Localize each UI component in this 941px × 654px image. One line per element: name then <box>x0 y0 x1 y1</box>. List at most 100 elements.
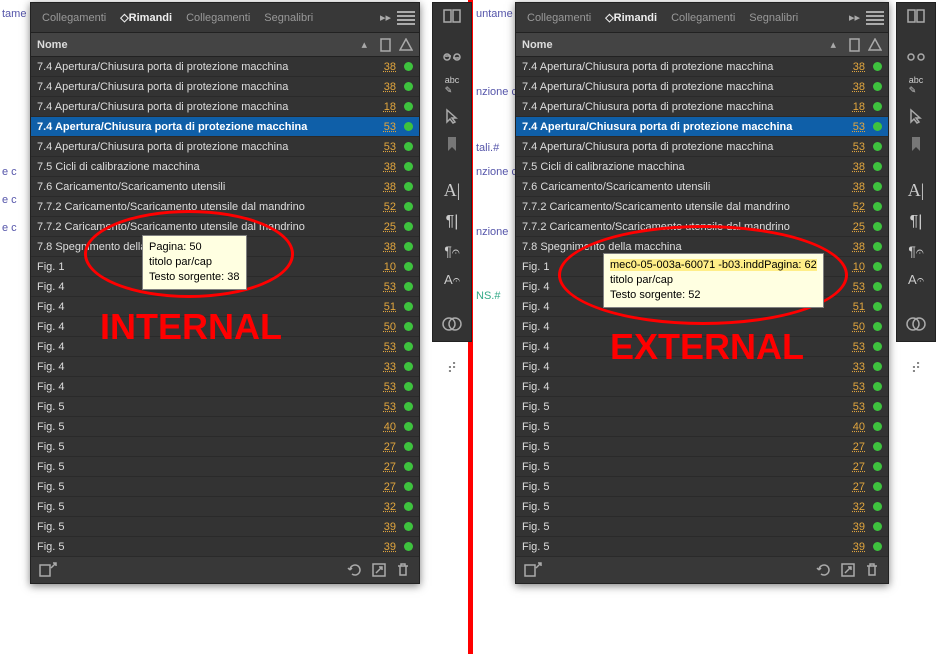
row-page-link[interactable]: 27 <box>841 481 865 493</box>
list-row[interactable]: Fig. 527 <box>31 437 419 457</box>
list-row[interactable]: 7.4 Apertura/Chiusura porta di protezion… <box>31 137 419 157</box>
list-row[interactable]: Fig. 527 <box>516 457 888 477</box>
row-page-link[interactable]: 38 <box>372 181 396 193</box>
list-row[interactable]: 7.7.2 Caricamento/Scaricamento utensile … <box>31 217 419 237</box>
row-page-link[interactable]: 53 <box>372 121 396 133</box>
row-page-link[interactable]: 53 <box>841 141 865 153</box>
list-row[interactable]: Fig. 450 <box>516 317 888 337</box>
collapse-arrow-icon[interactable]: ▸▸ <box>843 11 866 24</box>
row-page-link[interactable]: 18 <box>372 101 396 113</box>
list-row[interactable]: 7.4 Apertura/Chiusura porta di protezion… <box>516 117 888 137</box>
list-row[interactable]: Fig. 539 <box>31 517 419 537</box>
cursor-icon[interactable] <box>440 108 464 124</box>
tab-segnalibri[interactable]: Segnalibri <box>742 3 805 33</box>
row-page-link[interactable]: 53 <box>372 381 396 393</box>
list-row[interactable]: Fig. 539 <box>516 517 888 537</box>
list-row[interactable]: Fig. 527 <box>516 437 888 457</box>
row-page-link[interactable]: 39 <box>372 541 396 553</box>
paragraph-icon[interactable]: ¶| <box>440 213 464 231</box>
row-page-link[interactable]: 53 <box>372 341 396 353</box>
row-page-link[interactable]: 27 <box>841 441 865 453</box>
row-page-link[interactable]: 40 <box>841 421 865 433</box>
row-page-link[interactable]: 33 <box>372 361 396 373</box>
goto-icon[interactable] <box>840 562 856 578</box>
list-row[interactable]: Fig. 540 <box>516 417 888 437</box>
row-page-link[interactable]: 10 <box>372 261 396 273</box>
character-icon[interactable]: A| <box>904 180 928 201</box>
row-page-link[interactable]: 38 <box>841 241 865 253</box>
list-row[interactable]: 7.6 Caricamento/Scaricamento utensili38 <box>516 177 888 197</box>
row-page-link[interactable]: 25 <box>372 221 396 233</box>
goto-icon[interactable] <box>371 562 387 578</box>
row-page-link[interactable]: 40 <box>372 421 396 433</box>
list-row[interactable]: 7.7.2 Caricamento/Scaricamento utensile … <box>516 197 888 217</box>
links-icon[interactable] <box>440 51 464 63</box>
row-page-link[interactable]: 32 <box>372 501 396 513</box>
list-row[interactable]: 7.5 Cicli di calibrazione macchina38 <box>516 157 888 177</box>
list-row[interactable]: 7.4 Apertura/Chiusura porta di protezion… <box>31 117 419 137</box>
list-row[interactable]: 7.7.2 Caricamento/Scaricamento utensile … <box>31 197 419 217</box>
row-page-link[interactable]: 39 <box>372 521 396 533</box>
row-page-link[interactable]: 10 <box>841 261 865 273</box>
row-page-link[interactable]: 38 <box>841 181 865 193</box>
tab-collegamenti-2[interactable]: Collegamenti <box>664 3 742 33</box>
row-page-link[interactable]: 53 <box>372 141 396 153</box>
panel-menu-icon[interactable] <box>866 11 884 25</box>
row-page-link[interactable]: 38 <box>841 61 865 73</box>
row-page-link[interactable]: 53 <box>372 281 396 293</box>
collapse-arrow-icon[interactable]: ▸▸ <box>374 11 397 24</box>
dots-icon[interactable]: ⠞ <box>440 360 464 377</box>
paragraph-icon[interactable]: ¶| <box>904 213 928 231</box>
list-row[interactable]: Fig. 553 <box>516 397 888 417</box>
delete-icon[interactable] <box>864 562 880 578</box>
sort-icon[interactable]: ▴ <box>361 38 367 51</box>
list-row[interactable]: Fig. 451 <box>31 297 419 317</box>
panel-menu-icon[interactable] <box>397 11 415 25</box>
list-row[interactable]: Fig. 433 <box>31 357 419 377</box>
tab-collegamenti[interactable]: Collegamenti <box>520 3 598 33</box>
row-page-link[interactable]: 27 <box>841 461 865 473</box>
list-row[interactable]: Fig. 450 <box>31 317 419 337</box>
bookmark-icon[interactable] <box>904 136 928 152</box>
row-page-link[interactable]: 18 <box>841 101 865 113</box>
row-page-link[interactable]: 39 <box>841 541 865 553</box>
list-row[interactable]: Fig. 527 <box>31 457 419 477</box>
row-page-link[interactable]: 51 <box>372 301 396 313</box>
row-page-link[interactable]: 27 <box>372 441 396 453</box>
list-row[interactable]: 7.4 Apertura/Chiusura porta di protezion… <box>31 57 419 77</box>
tab-rimandi[interactable]: ◇ Rimandi <box>598 3 664 33</box>
list-row[interactable]: 7.5 Cicli di calibrazione macchina38 <box>31 157 419 177</box>
list-row[interactable]: Fig. 453 <box>516 337 888 357</box>
row-page-link[interactable]: 39 <box>841 521 865 533</box>
row-page-link[interactable]: 38 <box>372 241 396 253</box>
para-styles-icon[interactable]: ¶𝄐 <box>904 243 928 260</box>
cc-icon[interactable] <box>440 316 464 332</box>
tab-rimandi[interactable]: ◇ Rimandi <box>113 3 179 33</box>
row-page-link[interactable]: 53 <box>841 381 865 393</box>
list-row[interactable]: Fig. 532 <box>31 497 419 517</box>
list-row[interactable]: Fig. 527 <box>516 477 888 497</box>
list-row[interactable]: Fig. 539 <box>516 537 888 557</box>
list-row[interactable]: 7.6 Caricamento/Scaricamento utensili38 <box>31 177 419 197</box>
new-reference-icon[interactable] <box>524 562 542 578</box>
row-page-link[interactable]: 38 <box>372 161 396 173</box>
row-page-link[interactable]: 27 <box>372 481 396 493</box>
row-page-link[interactable]: 51 <box>841 301 865 313</box>
list-row[interactable]: Fig. 527 <box>31 477 419 497</box>
list-header[interactable]: Nome ▴ <box>31 33 419 57</box>
list-row[interactable]: 7.4 Apertura/Chiusura porta di protezion… <box>31 77 419 97</box>
char-styles-icon[interactable]: A𝄐 <box>904 272 928 288</box>
list-row[interactable]: Fig. 453 <box>31 377 419 397</box>
tab-segnalibri[interactable]: Segnalibri <box>257 3 320 33</box>
list-row[interactable]: Fig. 532 <box>516 497 888 517</box>
delete-icon[interactable] <box>395 562 411 578</box>
list-row[interactable]: Fig. 553 <box>31 397 419 417</box>
row-page-link[interactable]: 53 <box>841 281 865 293</box>
list-row[interactable]: 7.4 Apertura/Chiusura porta di protezion… <box>31 97 419 117</box>
dots-icon[interactable]: ⠞ <box>904 360 928 377</box>
cursor-icon[interactable] <box>904 108 928 124</box>
cc-icon[interactable] <box>904 316 928 332</box>
sort-icon[interactable]: ▴ <box>830 38 836 51</box>
list-row[interactable]: 7.4 Apertura/Chiusura porta di protezion… <box>516 77 888 97</box>
list-row[interactable]: Fig. 433 <box>516 357 888 377</box>
